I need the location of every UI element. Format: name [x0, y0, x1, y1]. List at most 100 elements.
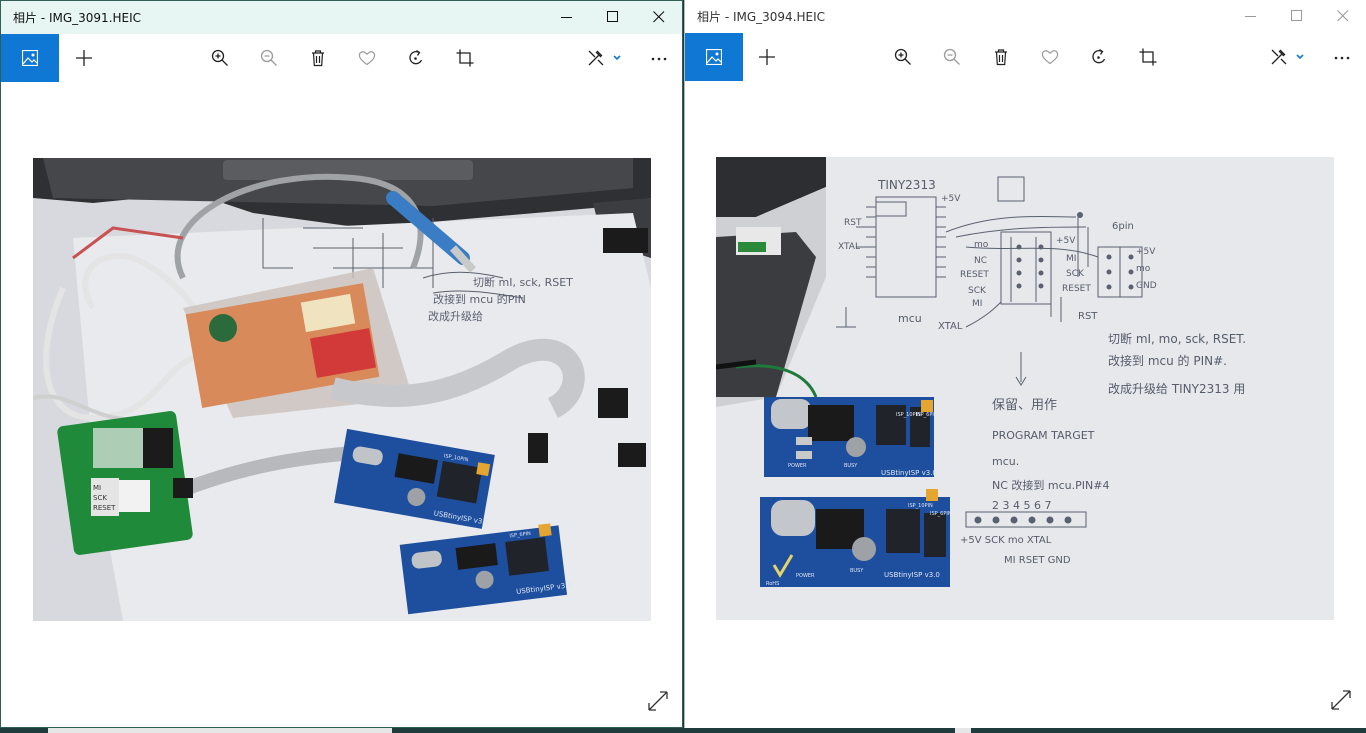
- add-button[interactable]: [747, 33, 787, 81]
- svg-text:MI: MI: [972, 299, 982, 309]
- photo-icon: [22, 50, 38, 66]
- zoom-out-button[interactable]: [249, 34, 289, 82]
- svg-text:切断 mI, mo, sck, RSET.: 切断 mI, mo, sck, RSET.: [1108, 331, 1246, 346]
- svg-text:RESET: RESET: [1062, 284, 1091, 294]
- svg-text:mo: mo: [1136, 264, 1151, 274]
- favorite-button[interactable]: [1030, 33, 1070, 81]
- svg-text:2 3 4 5 6 7: 2 3 4 5 6 7: [992, 499, 1051, 512]
- svg-text:+5V: +5V: [1136, 247, 1156, 257]
- chevron-down-icon: [1296, 54, 1304, 60]
- maximize-button[interactable]: [590, 1, 636, 34]
- crop-button[interactable]: [1128, 33, 1168, 81]
- svg-text:mcu.: mcu.: [992, 455, 1019, 468]
- svg-text:mo: mo: [974, 240, 989, 250]
- edit-icon: [588, 50, 621, 66]
- view-photo-button[interactable]: [685, 33, 743, 81]
- svg-text:RESET: RESET: [960, 270, 989, 280]
- close-icon: [1337, 10, 1349, 22]
- taskbar-item[interactable]: [48, 728, 392, 733]
- edit-icon: [1271, 49, 1304, 65]
- toolbar: [685, 33, 1366, 81]
- svg-text:PROGRAM TARGET: PROGRAM TARGET: [992, 429, 1095, 442]
- zoom-in-icon: [211, 49, 228, 66]
- delete-icon: [995, 49, 1007, 66]
- favorite-icon: [1041, 50, 1059, 65]
- svg-text:NC: NC: [974, 256, 987, 266]
- maximize-icon: [607, 11, 618, 22]
- more-icon: [1334, 56, 1350, 60]
- full-screen-button[interactable]: [1330, 689, 1358, 717]
- taskbar-item[interactable]: [955, 728, 971, 733]
- more-icon: [651, 57, 667, 61]
- svg-text:MI: MI: [93, 484, 101, 492]
- svg-text:SCK: SCK: [1066, 269, 1085, 279]
- rotate-icon: [1092, 48, 1106, 64]
- minimize-button[interactable]: [544, 1, 590, 34]
- svg-text:改成升级给: 改成升级给: [428, 309, 483, 323]
- expand-icon: [1331, 690, 1351, 710]
- svg-text:BUSY: BUSY: [844, 463, 858, 469]
- crop-icon: [456, 49, 474, 67]
- full-screen-button[interactable]: [647, 690, 675, 718]
- svg-text:USBtinyISP v3.0: USBtinyISP v3.0: [881, 469, 937, 477]
- rotate-button[interactable]: [1079, 33, 1119, 81]
- delete-button[interactable]: [298, 34, 338, 82]
- svg-text:MI: MI: [1066, 254, 1076, 264]
- svg-text:SCK: SCK: [93, 494, 107, 502]
- more-button[interactable]: [1322, 33, 1362, 81]
- favorite-button[interactable]: [347, 34, 387, 82]
- close-button[interactable]: [636, 1, 682, 34]
- title-bar[interactable]: 相片 - IMG_3091.HEIC: [1, 1, 682, 34]
- photo-img-3094: TINY2313 +5V RST XTAL mcu XTAL RST mo NC…: [716, 157, 1334, 620]
- svg-text:RoHS: RoHS: [766, 581, 779, 587]
- svg-text:保留、用作: 保留、用作: [992, 398, 1057, 413]
- more-button[interactable]: [639, 34, 679, 82]
- zoom-out-button[interactable]: [932, 33, 972, 81]
- maximize-icon: [1291, 10, 1302, 21]
- rotate-button[interactable]: [396, 34, 436, 82]
- delete-button[interactable]: [981, 33, 1021, 81]
- toolbar: [1, 34, 682, 82]
- add-button[interactable]: [64, 34, 104, 82]
- edit-create-button[interactable]: [1260, 33, 1312, 81]
- svg-text:RST: RST: [844, 218, 862, 228]
- close-button[interactable]: [1320, 0, 1366, 33]
- minimize-icon: [1245, 16, 1256, 17]
- crop-icon: [1139, 48, 1157, 66]
- zoom-out-icon: [943, 48, 960, 65]
- minimize-button[interactable]: [1228, 0, 1274, 33]
- crop-button[interactable]: [445, 34, 485, 82]
- photo-img-3091: 切断 mI, sck, RSET 改接到 mcu 的PIN 改成升级给 MI S…: [33, 158, 651, 621]
- svg-text:NC 改接到 mcu.PIN#4: NC 改接到 mcu.PIN#4: [992, 478, 1109, 492]
- svg-text:USBtinyISP v3.0: USBtinyISP v3.0: [884, 571, 940, 579]
- edit-create-button[interactable]: [577, 34, 629, 82]
- photo-content: 切断 mI, sck, RSET 改接到 mcu 的PIN 改成升级给 MI S…: [33, 158, 651, 621]
- image-viewer: 切断 mI, sck, RSET 改接到 mcu 的PIN 改成升级给 MI S…: [1, 82, 682, 727]
- svg-text:+5V: +5V: [1056, 236, 1076, 246]
- svg-text:+5V: +5V: [941, 194, 961, 204]
- favorite-icon: [358, 51, 376, 66]
- window-title: 相片 - IMG_3094.HEIC: [697, 10, 826, 24]
- svg-text:改接到 mcu 的PIN: 改接到 mcu 的PIN: [433, 292, 526, 306]
- maximize-button[interactable]: [1274, 0, 1320, 33]
- title-bar[interactable]: 相片 - IMG_3094.HEIC: [685, 0, 1366, 33]
- svg-text:GND: GND: [1136, 281, 1157, 291]
- svg-text:SCK: SCK: [968, 286, 987, 296]
- svg-text:BUSY: BUSY: [850, 568, 864, 574]
- svg-text:改成升级给 TINY2313 用: 改成升级给 TINY2313 用: [1108, 382, 1245, 396]
- zoom-in-button[interactable]: [200, 34, 240, 82]
- svg-text:RESET: RESET: [93, 504, 116, 512]
- chevron-down-icon: [613, 55, 621, 61]
- svg-text:XTAL: XTAL: [938, 321, 963, 332]
- photos-window-left: 相片 - IMG_3091.HEIC 切断 mI, sck, RSET 改接到 …: [0, 0, 683, 728]
- add-icon: [76, 50, 92, 66]
- view-photo-button[interactable]: [1, 34, 59, 82]
- delete-icon: [312, 50, 324, 67]
- zoom-out-icon: [260, 49, 277, 66]
- close-icon: [653, 11, 665, 23]
- photos-window-right: 相片 - IMG_3094.HEIC TINY2313 +5V RST XTAL…: [684, 0, 1366, 728]
- zoom-in-button[interactable]: [883, 33, 923, 81]
- photo-icon: [706, 49, 722, 65]
- svg-text:6pin: 6pin: [1112, 221, 1134, 232]
- svg-text:改接到 mcu 的 PIN#.: 改接到 mcu 的 PIN#.: [1108, 353, 1227, 368]
